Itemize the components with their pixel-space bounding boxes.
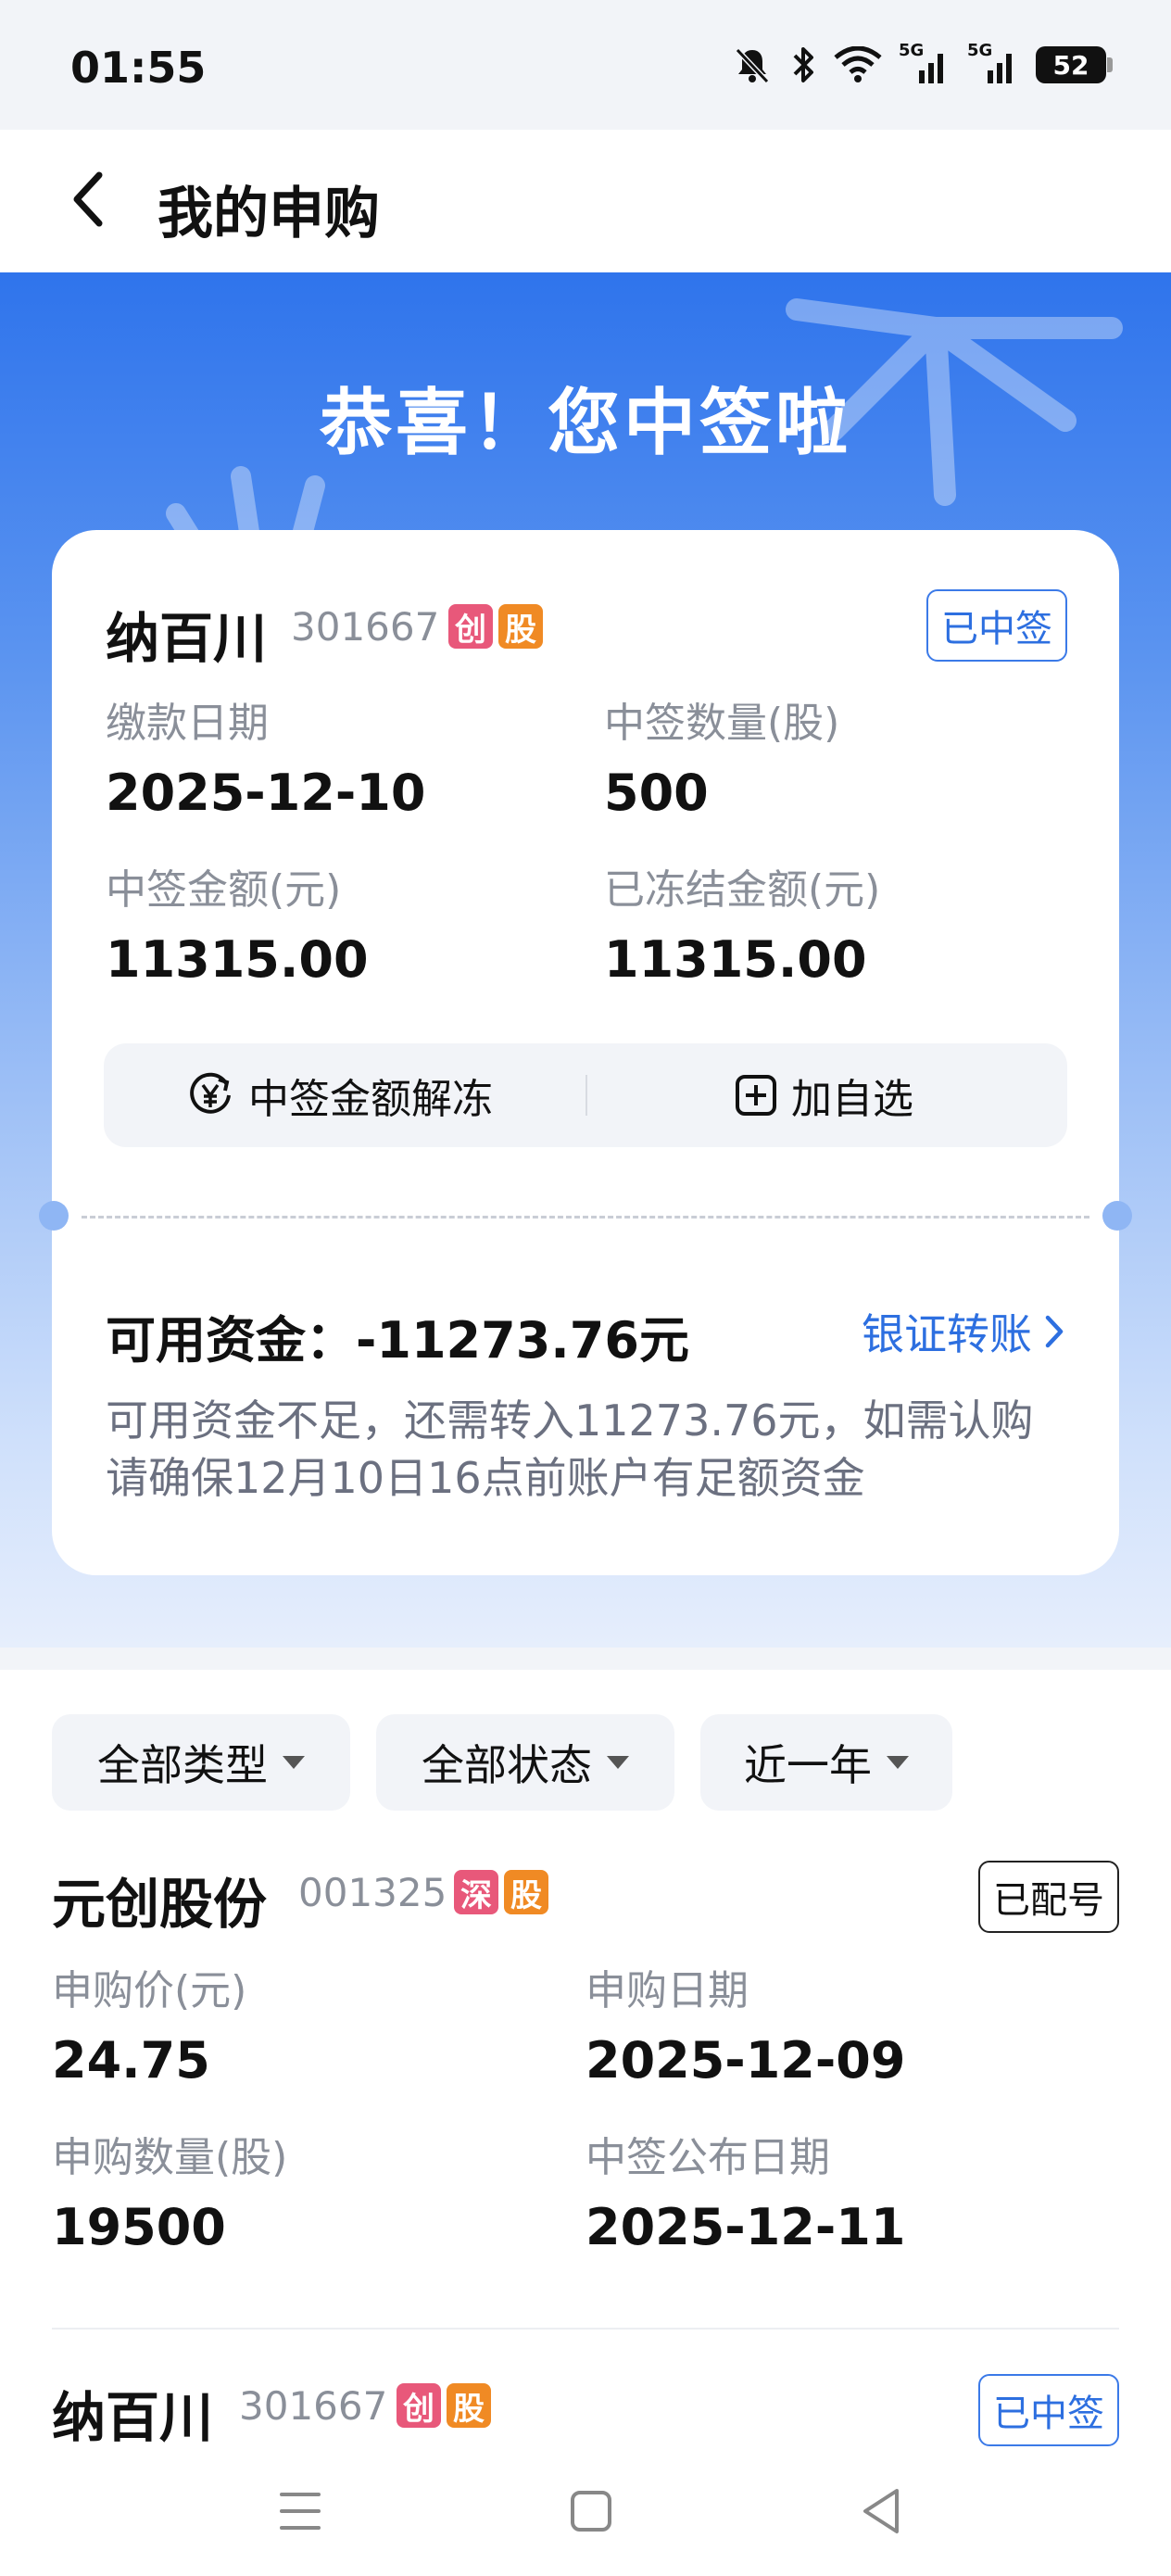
action-bar: 中签金额解冻 加自选	[104, 1043, 1067, 1147]
field-value: 11315.00	[106, 930, 369, 989]
transfer-label: 银证转账	[862, 1309, 1032, 1359]
system-nav-bar	[0, 2446, 1171, 2576]
stock-code: 001325	[298, 1870, 447, 1915]
stock-tags: 深 股	[454, 1870, 548, 1914]
field-label: 已冻结金额(元)	[604, 866, 881, 914]
field-value: 19500	[52, 2198, 226, 2256]
stock-name: 纳百川	[106, 607, 268, 670]
filter-label: 近一年	[744, 1740, 872, 1790]
subscription-list: 全部类型 全部状态 近一年 元创股份 001325 深 股 已配号 申购价(元)…	[0, 1648, 1171, 2576]
caret-down-icon	[607, 1756, 629, 1769]
field-label: 缴款日期	[106, 700, 269, 747]
field-value: 500	[604, 764, 709, 822]
ticket-notch	[1102, 1201, 1132, 1231]
field-label: 中签金额(元)	[106, 866, 342, 914]
available-funds: 可用资金：-11273.76元	[106, 1311, 689, 1370]
status-badge: 已中签	[926, 589, 1067, 662]
stock-type-tag: 股	[498, 604, 543, 649]
board-tag: 深	[454, 1870, 498, 1914]
stock-name: 纳百川	[52, 2386, 214, 2449]
bank-transfer-link[interactable]: 银证转账	[862, 1301, 1065, 1362]
wifi-icon	[834, 46, 882, 83]
caret-down-icon	[887, 1756, 909, 1769]
yen-cycle-icon	[190, 1072, 231, 1114]
battery-icon: 52	[1036, 46, 1113, 83]
bluetooth-icon	[789, 44, 817, 85]
board-tag: 创	[397, 2383, 441, 2428]
field-label: 中签数量(股)	[604, 700, 840, 747]
status-bar: 01:55 5G 5G 52	[0, 0, 1171, 130]
field-value: 2025-12-11	[586, 2198, 906, 2256]
status-icons: 5G 5G 52	[732, 41, 1113, 85]
status-time: 01:55	[70, 43, 207, 93]
add-square-icon	[736, 1075, 776, 1116]
filter-period-dropdown[interactable]: 近一年	[700, 1714, 952, 1811]
menu-icon[interactable]	[278, 2483, 322, 2539]
dashed-divider	[82, 1216, 1089, 1219]
home-square-icon[interactable]	[569, 2483, 613, 2539]
filter-label: 全部状态	[422, 1740, 592, 1790]
field-label: 申购价(元)	[52, 1967, 247, 2014]
stock-name: 元创股份	[52, 1873, 268, 1936]
field-value: 24.75	[52, 2031, 210, 2090]
nav-bar: 我的申购	[0, 130, 1171, 272]
row-separator	[52, 2328, 1119, 2330]
field-label: 中签公布日期	[586, 2134, 830, 2181]
stock-type-tag: 股	[447, 2383, 491, 2428]
board-tag: 创	[448, 604, 493, 649]
status-badge: 已配号	[978, 1861, 1119, 1933]
back-triangle-icon[interactable]	[858, 2483, 902, 2539]
win-banner: 恭喜！您中签啦 纳百川 301667 创 股 已中签 缴款日期 2025-12-…	[0, 272, 1171, 1648]
chevron-right-icon	[1045, 1315, 1064, 1348]
signal-icon-2: 5G	[967, 41, 1019, 85]
caret-down-icon	[283, 1756, 305, 1769]
unfreeze-button[interactable]: 中签金额解冻	[185, 1043, 493, 1147]
filter-status-dropdown[interactable]: 全部状态	[376, 1714, 674, 1811]
filter-label: 全部类型	[97, 1740, 268, 1790]
field-label: 申购数量(股)	[52, 2134, 288, 2181]
ticket-notch	[39, 1201, 69, 1231]
mute-icon	[732, 44, 773, 85]
field-value: 2025-12-09	[586, 2031, 906, 2090]
field-value: 2025-12-10	[106, 764, 426, 822]
filter-type-dropdown[interactable]: 全部类型	[52, 1714, 350, 1811]
back-button[interactable]	[56, 167, 120, 232]
field-label: 申购日期	[586, 1967, 749, 2014]
action-divider	[586, 1075, 587, 1116]
field-value: 11315.00	[604, 930, 867, 989]
back-arrow-icon	[73, 171, 103, 227]
stock-type-tag: 股	[504, 1870, 548, 1914]
stock-code: 301667	[239, 2383, 388, 2429]
win-card: 纳百川 301667 创 股 已中签 缴款日期 2025-12-10 中签数量(…	[39, 530, 1132, 1575]
status-badge: 已中签	[978, 2374, 1119, 2446]
unfreeze-label: 中签金额解冻	[248, 1076, 493, 1123]
add-watchlist-button[interactable]: 加自选	[734, 1043, 913, 1147]
banner-title: 恭喜！您中签啦	[319, 382, 851, 465]
stock-tags: 创 股	[448, 604, 543, 649]
signal-icon: 5G	[899, 41, 951, 85]
funds-note: 可用资金不足，还需转入11273.76元，如需认购请确保12月10日16点前账户…	[106, 1395, 1034, 1503]
add-watchlist-label: 加自选	[791, 1076, 913, 1123]
stock-tags: 创 股	[397, 2383, 491, 2428]
page-title: 我的申购	[157, 182, 380, 246]
stock-code: 301667	[291, 604, 440, 650]
